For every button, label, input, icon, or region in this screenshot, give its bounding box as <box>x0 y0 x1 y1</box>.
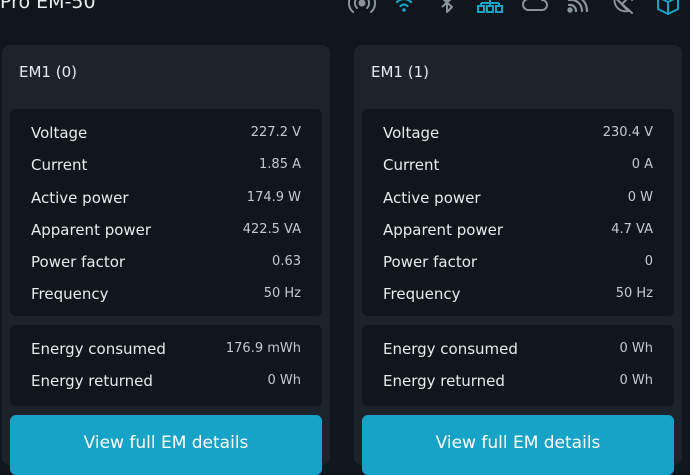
view-em-details-button[interactable]: View full EM details <box>362 415 674 475</box>
measurement-row: Active power 174.9 W <box>10 189 322 209</box>
measurement-value: 4.7 VA <box>611 222 653 237</box>
measurement-row: Power factor 0.63 <box>10 253 322 273</box>
measurement-label: Power factor <box>383 253 478 271</box>
measurement-value: 227.2 V <box>250 125 301 140</box>
measurement-label: Current <box>383 156 440 174</box>
measurement-value: 0 <box>644 254 653 269</box>
energy-label: Energy returned <box>31 372 153 390</box>
measurement-row: Active power 0 W <box>362 189 674 209</box>
satellite-icon[interactable] <box>608 0 636 15</box>
network-icon[interactable] <box>476 0 504 15</box>
mqtt-icon[interactable] <box>564 0 592 15</box>
energy-row: Energy consumed 0 Wh <box>362 340 674 360</box>
measurement-label: Active power <box>383 189 481 207</box>
measurement-label: Voltage <box>31 124 88 142</box>
measurement-label: Active power <box>31 189 129 207</box>
ethernet-signal-icon[interactable] <box>348 0 376 15</box>
measurement-value: 0.63 <box>272 254 301 269</box>
measurement-label: Voltage <box>383 124 440 142</box>
em-card: EM1 (1) Voltage 230.4 V Current 0 A Active… <box>354 45 682 475</box>
energy-panel: Energy consumed 176.9 mWh Energy returned… <box>10 325 322 406</box>
energy-value: 0 Wh <box>267 373 302 388</box>
measurements-panel: Voltage 227.2 V Current 1.85 A Active powe… <box>10 109 322 316</box>
measurement-row: Current 0 A <box>362 156 674 176</box>
energy-row: Energy returned 0 Wh <box>10 372 322 392</box>
measurement-value: 230.4 V <box>602 125 653 140</box>
energy-label: Energy consumed <box>383 340 518 358</box>
measurement-row: Current 1.85 A <box>10 156 322 176</box>
measurement-value: 0 W <box>627 190 653 205</box>
status-icons <box>348 0 690 16</box>
measurement-row: Apparent power 4.7 VA <box>362 221 674 241</box>
device-title: Pro EM-50 <box>0 0 96 13</box>
measurement-value: 174.9 W <box>246 190 301 205</box>
measurement-value: 0 A <box>631 157 653 172</box>
energy-label: Energy consumed <box>31 340 166 358</box>
measurement-label: Apparent power <box>383 221 504 239</box>
wifi-icon[interactable] <box>390 0 418 15</box>
measurement-row: Apparent power 422.5 VA <box>10 221 322 241</box>
box-icon[interactable] <box>654 0 682 15</box>
measurement-label: Current <box>31 156 88 174</box>
energy-label: Energy returned <box>383 372 505 390</box>
energy-panel: Energy consumed 0 Wh Energy returned 0 Wh <box>362 325 674 406</box>
measurements-panel: Voltage 230.4 V Current 0 A Active power 0 … <box>362 109 674 316</box>
energy-value: 0 Wh <box>619 373 654 388</box>
measurement-label: Power factor <box>31 253 126 271</box>
measurement-value: 422.5 VA <box>242 222 301 237</box>
measurement-row: Voltage 230.4 V <box>362 124 674 144</box>
measurement-label: Frequency <box>31 285 109 303</box>
measurement-row: Frequency 50 Hz <box>10 285 322 305</box>
measurement-label: Apparent power <box>31 221 152 239</box>
measurement-value: 1.85 A <box>259 157 301 172</box>
measurement-label: Frequency <box>383 285 461 303</box>
measurement-value: 50 Hz <box>263 286 301 301</box>
card-title: EM1 (1) <box>371 63 429 81</box>
energy-row: Energy consumed 176.9 mWh <box>10 340 322 360</box>
energy-value: 176.9 mWh <box>225 341 301 356</box>
energy-row: Energy returned 0 Wh <box>362 372 674 392</box>
bluetooth-icon[interactable] <box>433 0 461 15</box>
energy-value: 0 Wh <box>619 341 654 356</box>
measurement-row: Power factor 0 <box>362 253 674 273</box>
em-card: EM1 (0) Voltage 227.2 V Current 1.85 A Act… <box>2 45 330 475</box>
measurement-value: 50 Hz <box>615 286 653 301</box>
cloud-icon[interactable] <box>521 0 549 15</box>
view-em-details-button[interactable]: View full EM details <box>10 415 322 475</box>
measurement-row: Frequency 50 Hz <box>362 285 674 305</box>
measurement-row: Voltage 227.2 V <box>10 124 322 144</box>
card-title: EM1 (0) <box>19 63 77 81</box>
